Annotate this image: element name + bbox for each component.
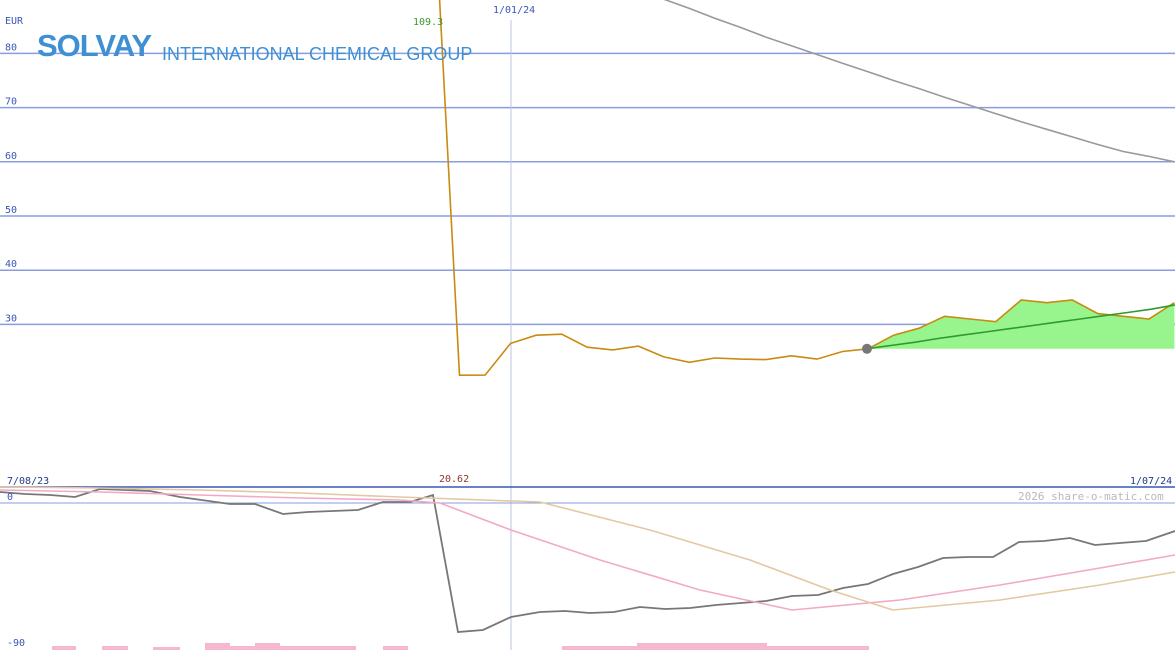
volume-bar <box>102 646 128 650</box>
copyright-label: 2026 share-o-matic.com <box>1018 490 1164 503</box>
oscillator-pink-line <box>0 489 1175 611</box>
volume-bar <box>280 646 356 650</box>
y-tick-label: 60 <box>5 151 17 162</box>
oscillator-tan-line <box>0 486 1175 611</box>
y-tick-label: 80 <box>5 42 17 53</box>
y-tick-label: 30 <box>5 313 17 324</box>
volume-bar <box>383 646 408 650</box>
date-label-top: 1/01/24 <box>493 5 535 16</box>
currency-label: EUR <box>5 16 24 27</box>
company-tagline: INTERNATIONAL CHEMICAL GROUP <box>162 44 473 64</box>
moving-average-line <box>663 0 1175 163</box>
volume-bars <box>52 643 869 650</box>
chart-canvas: 1090807060504030 EUR 1/01/24 7/08/23 1/0… <box>0 0 1175 650</box>
company-logo: SOLVAY <box>37 28 152 63</box>
trend-start-point <box>862 343 872 354</box>
volume-bar <box>230 646 255 650</box>
oscillator-line <box>0 488 1175 633</box>
volume-bar <box>637 643 767 650</box>
volume-bar <box>767 646 869 650</box>
y-tick-label: 50 <box>5 205 17 216</box>
date-label-left: 7/08/23 <box>7 476 49 487</box>
y-tick-label: 70 <box>5 97 17 108</box>
oscillator-zero-label: 0 <box>7 492 13 503</box>
volume-bar <box>562 646 637 650</box>
oscillator-min-label: -90 <box>7 638 25 649</box>
oscillator-panel <box>0 486 1175 633</box>
volume-bar <box>205 643 230 650</box>
date-label-right: 1/07/24 <box>1130 476 1172 487</box>
volume-bar <box>52 646 76 650</box>
high-value-label: 109.3 <box>413 17 443 28</box>
volume-bar <box>255 643 280 650</box>
y-tick-label: 40 <box>5 259 17 270</box>
low-value-label: 20.62 <box>439 474 469 485</box>
